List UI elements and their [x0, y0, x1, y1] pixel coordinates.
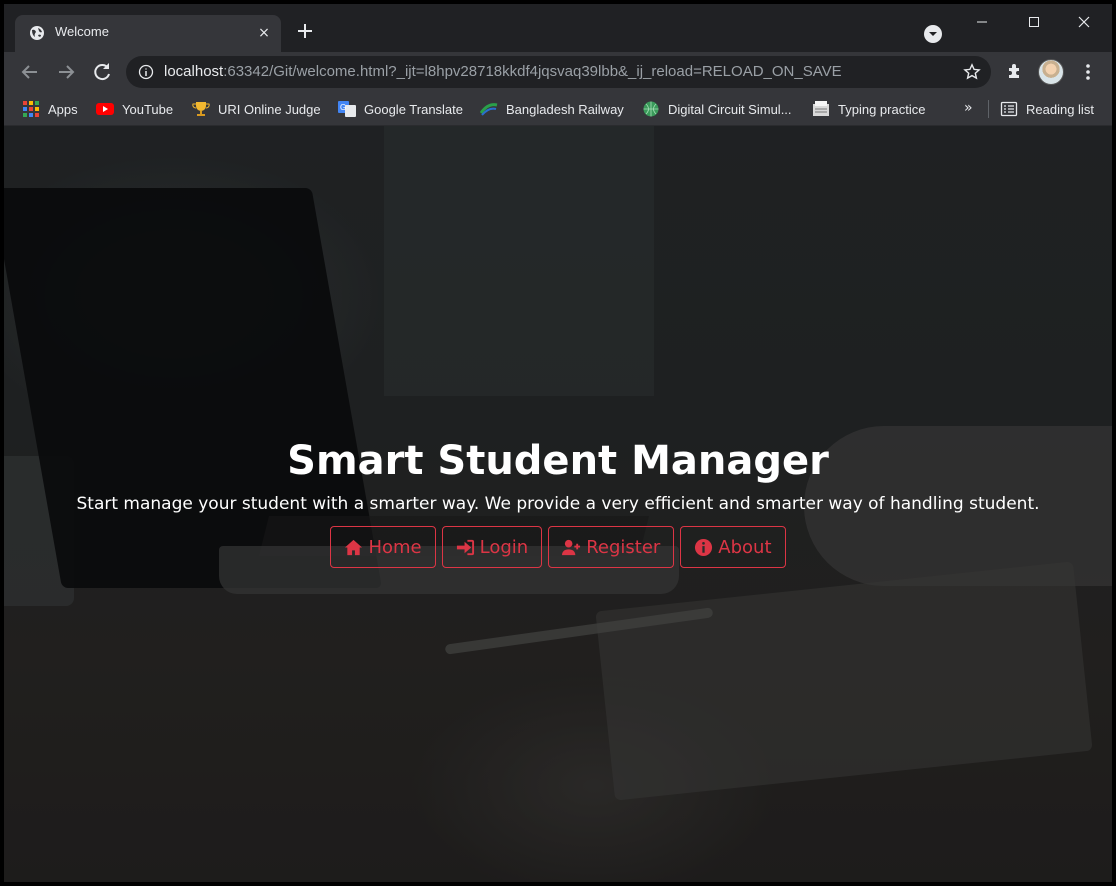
reading-list-button[interactable]: Reading list [1000, 99, 1094, 119]
new-tab-icon[interactable] [294, 20, 316, 42]
tab-search-icon[interactable] [924, 25, 942, 43]
bookmark-label: YouTube [122, 101, 174, 117]
address-bar[interactable]: localhost:63342/Git/welcome.html?_ijt=l8… [126, 56, 991, 88]
url-host: localhost [164, 63, 224, 80]
railway-icon [480, 103, 498, 116]
browser-toolbar: localhost:63342/Git/welcome.html?_ijt=l8… [4, 52, 1112, 92]
apps-grid-icon [23, 101, 39, 117]
nav-button-group: Home Login Register About [4, 526, 1112, 568]
browser-window: Welcome × localhost:63342/Git/welcome.ht… [4, 4, 1112, 882]
about-button-label: About [718, 536, 772, 558]
bookmarks-overflow-icon[interactable]: » [964, 100, 973, 116]
bookmark-uri-online-judge[interactable]: URI Online Judge [192, 99, 321, 119]
register-button[interactable]: Register [548, 526, 675, 568]
page-title: Smart Student Manager [287, 438, 829, 484]
bookmark-label: Google Translate [364, 101, 464, 117]
info-circle-icon [695, 538, 713, 556]
minimize-icon[interactable] [970, 12, 994, 32]
globe-icon [643, 101, 659, 117]
globe-icon [30, 26, 44, 40]
page-content: Smart Student Manager Start manage your … [4, 126, 1112, 882]
translate-icon: G [338, 101, 356, 117]
tab-welcome[interactable]: Welcome × [15, 15, 281, 52]
user-plus-icon [562, 539, 581, 555]
typing-icon [813, 101, 829, 116]
login-button[interactable]: Login [441, 526, 543, 568]
reading-list-label: Reading list [1026, 101, 1094, 117]
extensions-icon[interactable] [1006, 62, 1024, 80]
home-icon [345, 539, 363, 555]
bookmark-label: Apps [48, 101, 78, 117]
url-path: :63342/Git/welcome.html?_ijt=l8hpv28718k… [223, 63, 842, 80]
home-button-label: Home [368, 536, 422, 558]
login-button-label: Login [479, 536, 529, 558]
bookmark-label: Typing practice [838, 101, 926, 117]
tab-close-icon[interactable]: × [255, 24, 273, 42]
home-button[interactable]: Home [330, 526, 436, 568]
bookmark-label: Digital Circuit Simul... [668, 101, 792, 117]
bookmark-label: URI Online Judge [218, 101, 321, 117]
close-icon[interactable] [1072, 12, 1096, 32]
bookmark-google-translate[interactable]: G Google Translate [338, 99, 463, 119]
bookmark-typing-practice[interactable]: Typing practice [812, 99, 925, 119]
bookmark-digital-circuit-simulator[interactable]: Digital Circuit Simul... [642, 99, 792, 119]
maximize-icon[interactable] [1022, 12, 1046, 32]
url-text[interactable]: localhost:63342/Git/welcome.html?_ijt=l8… [164, 63, 842, 80]
page-subtitle: Start manage your student with a smarter… [76, 494, 1040, 514]
svg-text:G: G [340, 103, 346, 112]
bookmarks-bar: Apps YouTube URI Online Judge G Google T… [4, 92, 1112, 126]
info-icon[interactable] [138, 64, 154, 80]
tab-title: Welcome [55, 24, 109, 39]
menu-dots-icon[interactable] [1079, 62, 1097, 82]
bookmark-star-icon[interactable] [963, 63, 981, 81]
bookmarks-divider [988, 100, 989, 118]
bookmark-youtube[interactable]: YouTube [96, 99, 173, 119]
bookmark-bangladesh-railway[interactable]: Bangladesh Railway [480, 99, 624, 119]
forward-icon[interactable] [54, 60, 78, 84]
tab-strip: Welcome × [4, 4, 1112, 52]
register-button-label: Register [586, 536, 661, 558]
reload-icon[interactable] [90, 60, 114, 84]
bookmark-apps[interactable]: Apps [22, 99, 78, 119]
trophy-icon [192, 102, 210, 116]
reading-list-icon [1000, 101, 1018, 117]
sign-in-icon [456, 539, 474, 555]
bookmark-label: Bangladesh Railway [506, 101, 624, 117]
about-button[interactable]: About [680, 526, 786, 568]
back-icon[interactable] [18, 60, 42, 84]
profile-avatar[interactable] [1038, 59, 1064, 85]
hero-section: Smart Student Manager Start manage your … [4, 436, 1112, 568]
youtube-icon [96, 103, 114, 115]
